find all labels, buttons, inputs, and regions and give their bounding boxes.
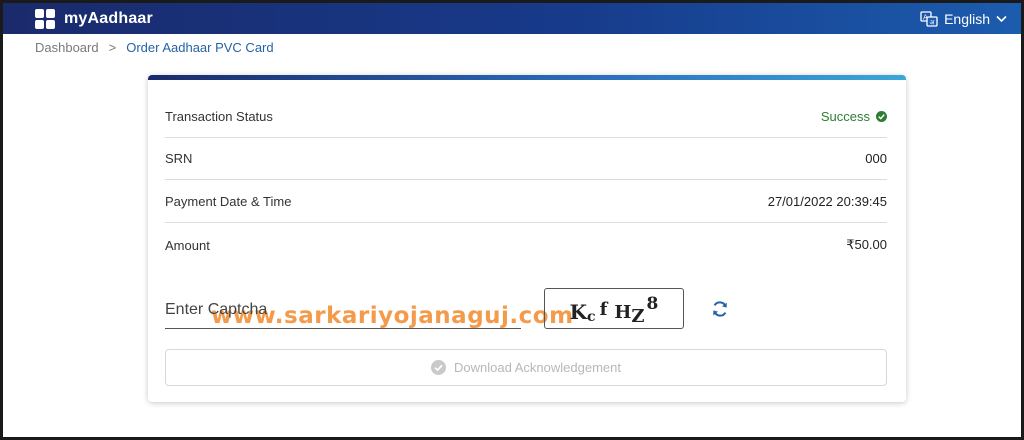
language-label: English bbox=[944, 10, 990, 27]
amount-value: ₹50.00 bbox=[846, 237, 887, 252]
breadcrumb-dashboard[interactable]: Dashboard bbox=[35, 40, 99, 55]
captcha-input[interactable] bbox=[165, 291, 521, 329]
top-navbar: myAadhaar A अ English bbox=[3, 3, 1021, 34]
row-payment-date: Payment Date & Time 27/01/2022 20:39:45 bbox=[165, 181, 887, 223]
status-text: Success bbox=[820, 109, 870, 124]
success-check-icon bbox=[876, 111, 887, 122]
transaction-status-value: Success bbox=[821, 109, 887, 124]
check-circle-icon bbox=[431, 360, 447, 375]
captcha-char: f bbox=[599, 299, 608, 320]
captcha-char: H bbox=[614, 302, 632, 323]
transaction-card: Transaction Status Success SRN 000 Payme… bbox=[148, 75, 906, 402]
amount-label: Amount bbox=[165, 237, 210, 253]
breadcrumb-current[interactable]: Order Aadhaar PVC Card bbox=[126, 40, 273, 55]
grid-logo-icon bbox=[35, 8, 55, 29]
row-transaction-status: Transaction Status Success bbox=[165, 96, 887, 138]
row-srn: SRN 000 bbox=[165, 138, 887, 180]
page-frame: myAadhaar A अ English Dashboard > Order … bbox=[3, 3, 1021, 437]
payment-date-label: Payment Date & Time bbox=[165, 194, 292, 209]
svg-text:A: A bbox=[923, 13, 928, 21]
chevron-down-icon bbox=[996, 15, 1007, 22]
transaction-status-label: Transaction Status bbox=[165, 109, 273, 124]
captcha-char: 8 bbox=[646, 293, 659, 314]
refresh-icon[interactable] bbox=[710, 299, 730, 319]
payment-date-value: 27/01/2022 20:39:45 bbox=[767, 194, 887, 209]
srn-label: SRN bbox=[165, 151, 193, 166]
language-selector[interactable]: A अ English bbox=[920, 11, 1007, 27]
breadcrumb-separator: > bbox=[108, 40, 117, 55]
translate-icon: A अ bbox=[920, 10, 938, 27]
card-accent-bar bbox=[148, 75, 906, 80]
captcha-image: K c f H Z 8 bbox=[544, 288, 684, 329]
captcha-char: c bbox=[587, 308, 596, 325]
breadcrumb: Dashboard > Order Aadhaar PVC Card bbox=[35, 40, 274, 55]
brand[interactable]: myAadhaar bbox=[35, 8, 153, 29]
srn-value: 000 bbox=[865, 151, 887, 166]
download-acknowledgement-button[interactable]: Download Acknowledgement bbox=[165, 349, 887, 386]
captcha-char: K bbox=[569, 299, 588, 324]
app-name: myAadhaar bbox=[64, 9, 153, 27]
download-button-label: Download Acknowledgement bbox=[454, 360, 621, 375]
captcha-char: Z bbox=[631, 306, 645, 327]
row-amount: Amount ₹50.00 bbox=[165, 224, 887, 266]
